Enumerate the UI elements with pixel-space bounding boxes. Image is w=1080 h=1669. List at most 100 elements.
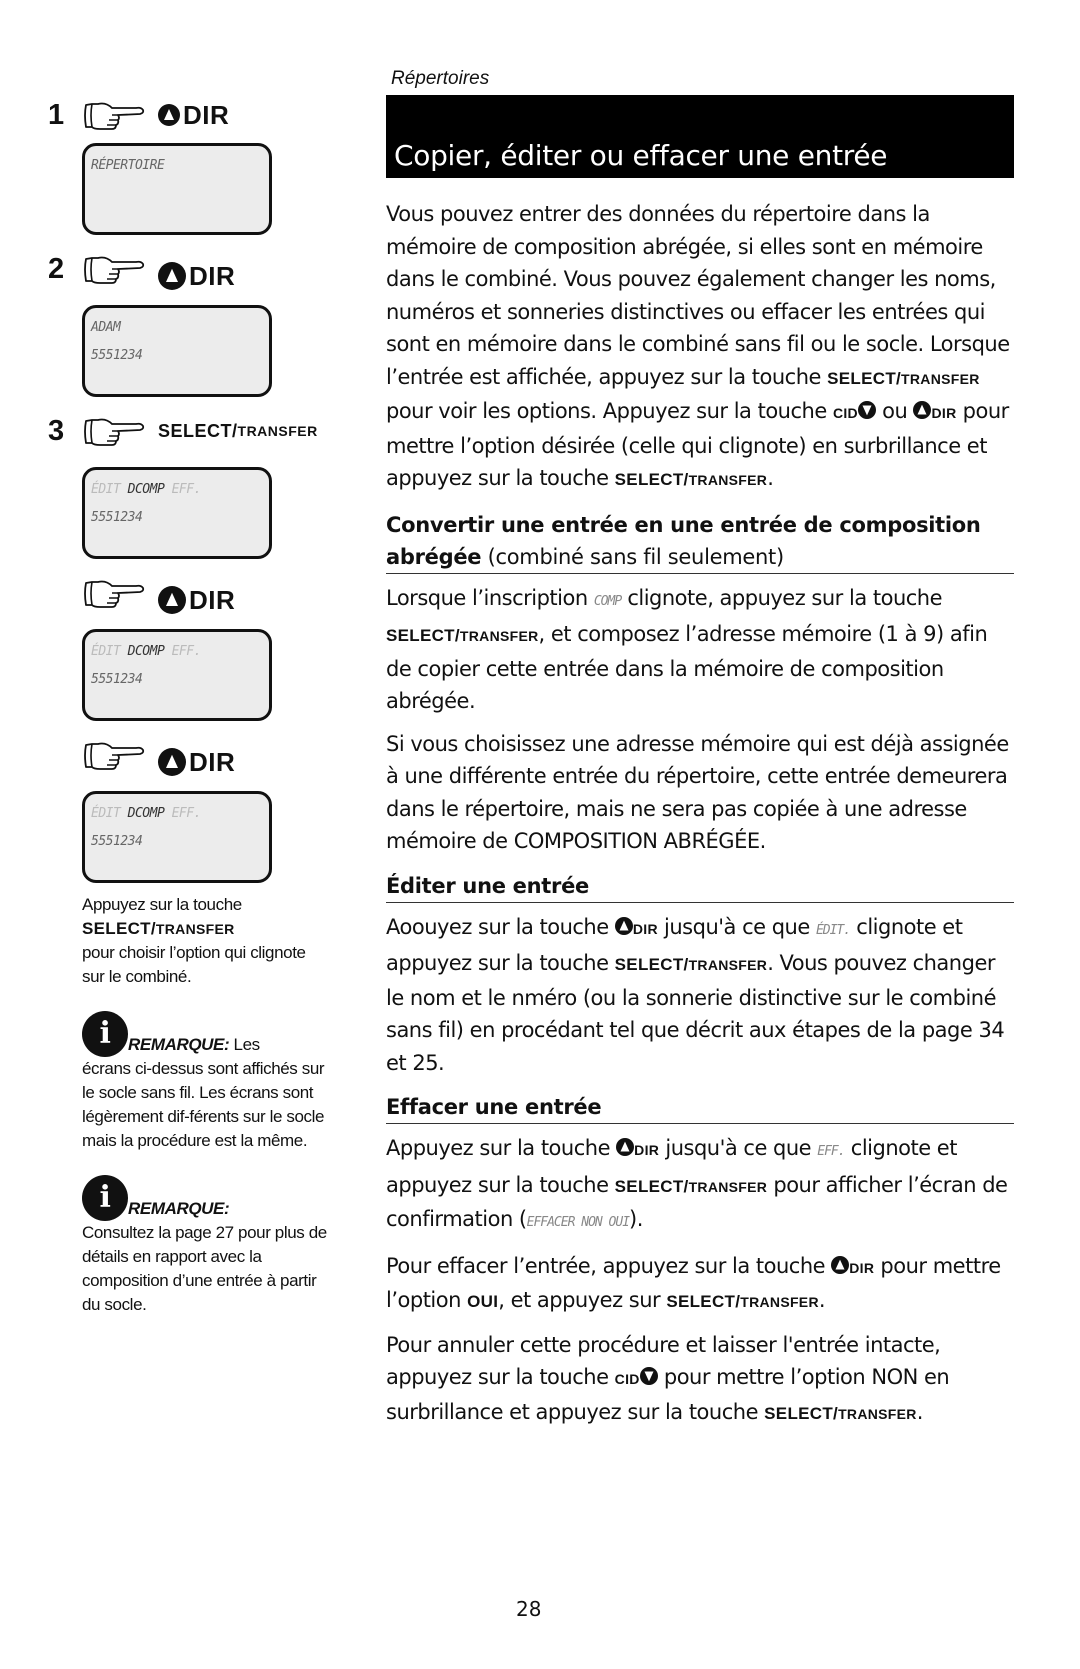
- lcd-text: ÉDIT.: [815, 922, 851, 938]
- lcd-option-edit: ÉDIT: [91, 644, 121, 659]
- page-title: Copier, éditer ou effacer une entrée: [394, 139, 888, 172]
- lcd-screen: ADAM 5551234: [82, 305, 272, 397]
- key-label-small: TRANSFER: [688, 1178, 768, 1195]
- pointing-hand-icon: [82, 576, 148, 610]
- text: .: [767, 466, 774, 490]
- up-arrow-icon: [614, 916, 633, 935]
- dir-key-label: DIR: [183, 99, 230, 130]
- cid-key: CID: [833, 401, 876, 422]
- caption-text: pour choisir l’option qui clignote sur l…: [82, 943, 306, 986]
- select-transfer-key: SELECT/TRANSFER: [666, 1292, 819, 1311]
- lcd-options: ÉDIT DCOMP EFF.: [91, 476, 269, 504]
- heading-convert: Convertir une entrée en une entrée de co…: [386, 509, 1014, 574]
- pointing-hand-icon: [82, 98, 148, 132]
- select-transfer-key: SELECT/TRANSFER: [615, 955, 768, 974]
- lcd-option-edit: ÉDIT: [91, 482, 121, 497]
- lcd-screen: ÉDIT DCOMP EFF. 5551234: [82, 467, 272, 559]
- select-transfer-key: SELECT/TRANSFER: [386, 626, 539, 645]
- select-transfer-key: SELECT/TRANSFER: [764, 1404, 917, 1423]
- select-transfer-key: SELECT/TRANSFER: [615, 470, 768, 489]
- select-transfer-key: SELECT/TRANSFER: [158, 421, 318, 442]
- dir-key: DIR: [158, 747, 235, 778]
- dir-key: DIR: [616, 1138, 660, 1159]
- up-arrow-icon: [831, 1255, 850, 1274]
- up-arrow-icon: [158, 586, 186, 614]
- key-label-main: SELECT/: [386, 626, 460, 645]
- key-label: CID: [614, 1371, 640, 1387]
- up-arrow-icon: [616, 1138, 635, 1156]
- step-number: 1: [48, 98, 65, 131]
- lcd-line: 5551234: [91, 510, 143, 525]
- up-arrow-icon: [158, 104, 180, 126]
- up-arrow-icon: [913, 401, 932, 419]
- note-label: REMARQUE:: [128, 1199, 230, 1218]
- key-label-main: SELECT/: [82, 919, 156, 938]
- lcd-option-delete: EFF.: [171, 644, 202, 659]
- lcd-text: EFF.: [817, 1144, 845, 1159]
- lcd-text: EFFACER NON OUI: [526, 1215, 630, 1230]
- heading-note: (combiné sans fil seulement): [481, 544, 785, 569]
- key-label-small: TRANSFER: [740, 1294, 819, 1310]
- key-label: DIR: [849, 1259, 875, 1276]
- note-label: REMARQUE:: [128, 1035, 230, 1054]
- text: pour voir les options. Appuyez sur la to…: [386, 399, 833, 423]
- key-label-main: SELECT/: [614, 955, 689, 974]
- pointing-hand-icon: [82, 414, 148, 448]
- section-label: Répertoires: [391, 68, 490, 89]
- lcd-screen: ÉDIT DCOMP EFF. 5551234: [82, 791, 272, 883]
- delete-paragraph-2: Pour effacer l’entrée, appuyez sur la to…: [386, 1250, 1014, 1319]
- main-content: Répertoires Copier, éditer ou effacer un…: [386, 68, 1014, 1430]
- dir-key-label: DIR: [189, 746, 236, 777]
- intro-paragraph: Vous pouvez entrer des données du répert…: [386, 198, 1014, 497]
- oui-label: OUI: [467, 1292, 499, 1311]
- text: jusqu'à ce que: [657, 914, 816, 939]
- lcd-option-delete: EFF.: [171, 482, 202, 497]
- text: Pour effacer l’entrée, appuyez sur la to…: [386, 1253, 832, 1278]
- key-label-main: SELECT/: [614, 470, 689, 489]
- key-label: DIR: [632, 920, 658, 937]
- key-label-main: SELECT/: [764, 1403, 839, 1423]
- select-transfer-key: SELECT/TRANSFER: [827, 369, 980, 388]
- lcd-screen: RÉPERTOIRE: [82, 143, 272, 235]
- step-1: 1 DIR: [48, 95, 348, 135]
- key-label-main: SELECT/: [827, 368, 902, 388]
- pointing-hand-icon: [82, 252, 148, 286]
- edit-paragraph: Aoouyez sur la touche DIR jusqu'à ce que…: [386, 911, 1014, 1080]
- key-label-small: TRANSFER: [688, 472, 768, 488]
- select-transfer-key: SELECT/TRANSFER: [82, 917, 322, 941]
- heading-edit: Éditer une entrée: [386, 870, 1014, 903]
- key-label-small: TRANSFER: [901, 370, 980, 387]
- lcd-option-delete: EFF.: [171, 806, 202, 821]
- text: Appuyez sur la touche: [386, 1136, 617, 1160]
- step-3: 3 SELECT/TRANSFER: [48, 411, 348, 451]
- step-4: DIR: [48, 573, 348, 616]
- caption-text: Appuyez sur la touche: [82, 895, 242, 914]
- dir-key: DIR: [913, 401, 956, 422]
- lcd-options: ÉDIT DCOMP EFF.: [91, 638, 269, 666]
- note-2: i REMARQUE: Consultez la page 27 pour plu…: [82, 1175, 327, 1317]
- text: Lorsque l’inscription: [386, 585, 594, 610]
- dir-key: DIR: [158, 261, 235, 292]
- lcd-option-comp: DCOMP: [127, 482, 165, 497]
- step-number: 2: [48, 252, 65, 285]
- key-label-small: TRANSFER: [237, 423, 318, 439]
- text: Aoouyez sur la touche: [386, 914, 615, 939]
- step-2: 2 DIR: [48, 249, 348, 292]
- cid-key: CID: [614, 1367, 658, 1388]
- dir-key: DIR: [158, 585, 235, 616]
- key-label: DIR: [634, 1142, 660, 1158]
- dir-key-label: DIR: [189, 584, 236, 615]
- text: ou: [875, 399, 914, 423]
- dir-key-label: DIR: [189, 260, 236, 291]
- dir-key: DIR: [158, 100, 229, 131]
- page-number: 28: [516, 1597, 542, 1621]
- note-text: Consultez la page 27 pour plus de détail…: [82, 1223, 327, 1314]
- step-caption: Appuyez sur la touche SELECT/TRANSFER po…: [82, 893, 322, 989]
- note-text: écrans ci-dessus sont affichés sur le so…: [82, 1059, 325, 1150]
- lcd-option-comp: DCOMP: [127, 806, 165, 821]
- lcd-text: COMP: [593, 593, 622, 609]
- note-1: i REMARQUE: Les écrans ci-dessus sont aff…: [82, 1011, 327, 1153]
- lcd-options: ÉDIT DCOMP EFF.: [91, 800, 269, 828]
- text: Vous pouvez entrer des données du répert…: [386, 202, 1010, 389]
- text: jusqu'à ce que: [659, 1136, 818, 1160]
